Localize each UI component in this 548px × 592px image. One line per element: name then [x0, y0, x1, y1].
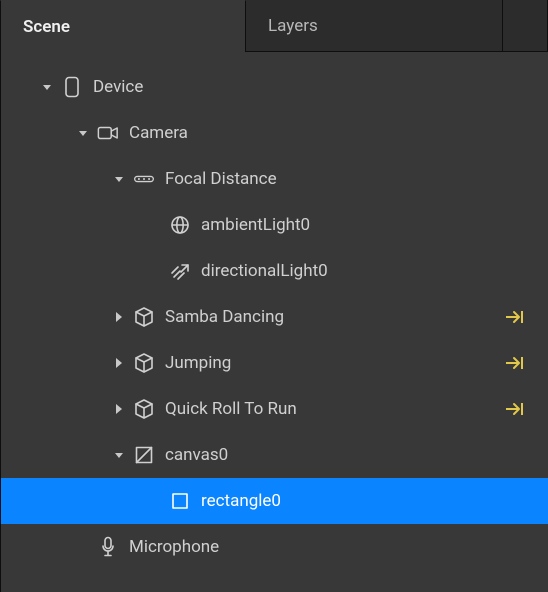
tree-row-label: Focal Distance: [165, 169, 277, 189]
tree-row-label: directionalLight0: [201, 261, 328, 281]
mic-icon: [97, 536, 119, 558]
tree-row-label: ambientLight0: [201, 215, 310, 235]
globe-icon: [169, 214, 191, 236]
rectangle-icon: [169, 490, 191, 512]
arrow-to-end-icon[interactable]: [504, 309, 526, 325]
camera-icon: [97, 122, 119, 144]
arrow-to-end-icon[interactable]: [504, 355, 526, 371]
tree-row-microphone[interactable]: Microphone: [1, 524, 548, 570]
chevron-right-icon[interactable]: [109, 307, 129, 327]
tree-row-focal-distance[interactable]: Focal Distance: [1, 156, 548, 202]
tree-row-samba-dancing[interactable]: Samba Dancing: [1, 294, 548, 340]
canvas-icon: [133, 444, 155, 466]
device-icon: [61, 76, 83, 98]
tab-scene-label: Scene: [23, 17, 70, 37]
tree-row-rectangle0[interactable]: rectangle0: [1, 478, 548, 524]
tree-row-label: canvas0: [165, 445, 228, 465]
focal-icon: [133, 168, 155, 190]
tree-row-label: Device: [93, 77, 143, 97]
tab-gap: [503, 0, 548, 52]
tab-layers-label: Layers: [268, 16, 318, 36]
chevron-down-icon[interactable]: [73, 123, 93, 143]
directional-icon: [169, 260, 191, 282]
cube-icon: [133, 306, 155, 328]
tree-row-jumping[interactable]: Jumping: [1, 340, 548, 386]
tree-row-directional-light0[interactable]: directionalLight0: [1, 248, 548, 294]
chevron-down-icon[interactable]: [37, 77, 57, 97]
chevron-down-icon[interactable]: [109, 445, 129, 465]
arrow-to-end-icon[interactable]: [504, 401, 526, 417]
chevron-down-icon[interactable]: [109, 169, 129, 189]
tree-row-label: Samba Dancing: [165, 307, 284, 327]
tab-scene[interactable]: Scene: [0, 0, 246, 52]
tab-layers[interactable]: Layers: [246, 0, 503, 52]
tree-row-device[interactable]: Device: [1, 64, 548, 110]
tree-row-label: Microphone: [129, 537, 219, 557]
chevron-right-icon[interactable]: [109, 399, 129, 419]
tree-row-camera[interactable]: Camera: [1, 110, 548, 156]
tree-row-canvas0[interactable]: canvas0: [1, 432, 548, 478]
tree-row-label: Jumping: [165, 353, 231, 373]
scene-panel: Scene Layers Device Camera Focal Distance a…: [0, 0, 548, 592]
cube-icon: [133, 352, 155, 374]
tree-row-label: Quick Roll To Run: [165, 399, 297, 419]
cube-icon: [133, 398, 155, 420]
scene-tree[interactable]: Device Camera Focal Distance ambientLight0 d…: [0, 52, 548, 592]
tab-bar: Scene Layers: [0, 0, 548, 52]
chevron-right-icon[interactable]: [109, 353, 129, 373]
tree-row-ambient-light0[interactable]: ambientLight0: [1, 202, 548, 248]
tree-row-label: rectangle0: [201, 491, 281, 511]
tree-row-label: Camera: [129, 123, 188, 143]
tree-row-quick-roll-to-run[interactable]: Quick Roll To Run: [1, 386, 548, 432]
